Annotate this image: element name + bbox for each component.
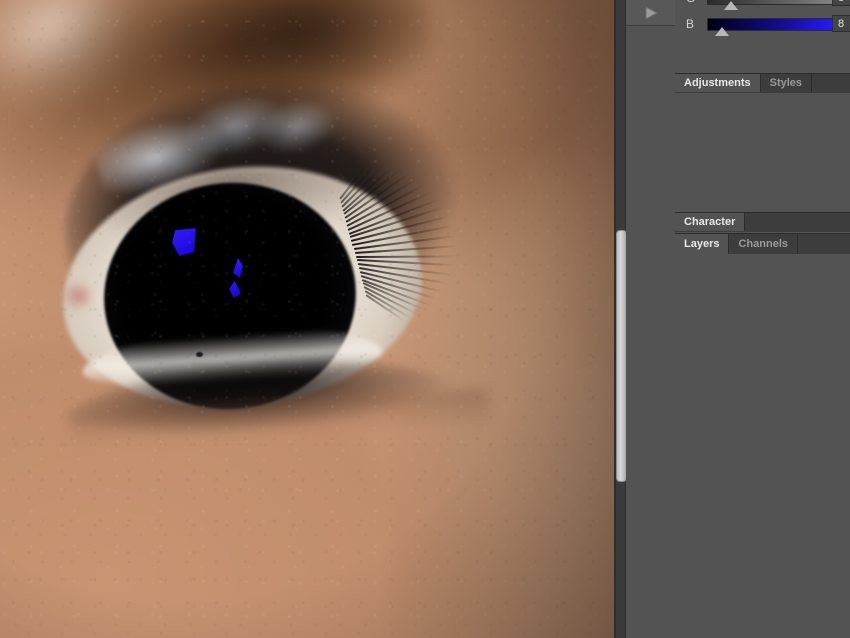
tab-layers[interactable]: Layers [675,234,729,254]
color-slider-b-label: B [686,17,694,31]
color-slider-g[interactable]: G 8 [675,0,850,12]
blend-mode-row [675,283,850,309]
tab-channels[interactable]: Channels [729,234,798,254]
color-slider-b[interactable]: B 8 [675,12,850,38]
photo-vignette [0,0,614,638]
layers-tab-bar: Layers Channels [675,233,850,254]
color-slider-b-value[interactable]: 8 [832,15,850,32]
color-slider-g-label: G [686,0,695,5]
color-slider-b-thumb[interactable] [715,27,729,36]
lock-row [675,312,850,337]
right-panel-dock: G 8 B 8 Adjustments Styles Add an adjust… [675,0,850,638]
tab-styles[interactable]: Styles [761,74,812,92]
color-slider-g-value[interactable]: 8 [832,0,850,6]
play-triangle-icon [642,6,660,20]
layer-filter-row [675,254,850,280]
tab-character[interactable]: Character [675,213,745,231]
character-tab-bar: Character [675,212,850,232]
panel-gutter [626,0,676,638]
collapse-panels-button[interactable] [626,0,675,26]
tab-adjustments[interactable]: Adjustments [675,74,761,92]
image-canvas[interactable] [0,0,614,638]
photoshop-window: G 8 B 8 Adjustments Styles Add an adjust… [0,0,850,638]
adjustments-tab-bar: Adjustments Styles [675,73,850,93]
color-slider-g-thumb[interactable] [724,1,738,10]
